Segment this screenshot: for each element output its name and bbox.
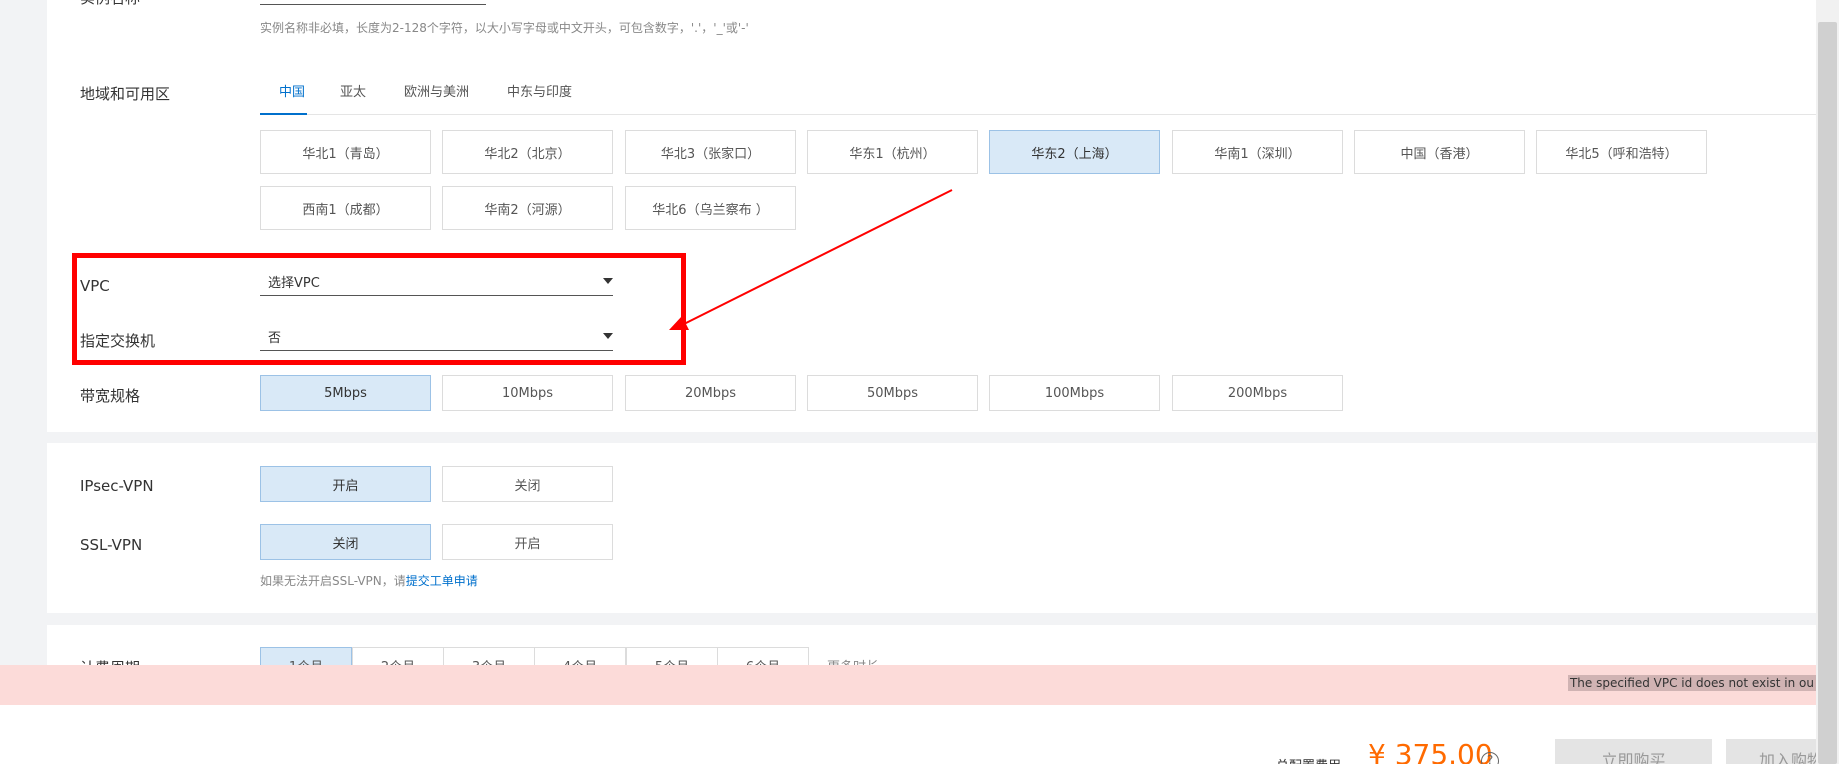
bandwidth-option[interactable]: 20Mbps — [625, 375, 796, 411]
error-banner: The specified VPC id does not exist in o… — [0, 665, 1816, 705]
bandwidth-option[interactable]: 10Mbps — [442, 375, 613, 411]
total-price: ¥ 375.00 — [1368, 738, 1493, 764]
bandwidth-option[interactable]: 50Mbps — [807, 375, 978, 411]
ssl-hint: 如果无法开启SSL-VPN，请提交工单申请 — [260, 573, 478, 589]
bandwidth-option[interactable]: 100Mbps — [989, 375, 1160, 411]
ssl-hint-text: 如果无法开启SSL-VPN，请 — [260, 574, 406, 588]
ipsec-label: IPsec-VPN — [80, 477, 154, 495]
total-fee-label: 总配置费用 — [1276, 755, 1341, 764]
buy-now-button[interactable]: 立即购买 — [1555, 739, 1712, 764]
ssl-label: SSL-VPN — [80, 536, 143, 554]
bandwidth-label: 带宽规格 — [80, 387, 141, 405]
error-message: The specified VPC id does not exist in o… — [1567, 675, 1816, 691]
help-icon[interactable]: ? — [1481, 752, 1499, 764]
bandwidth-option-selected[interactable]: 5Mbps — [260, 375, 431, 411]
bandwidth-option[interactable]: 200Mbps — [1172, 375, 1343, 411]
ipsec-option-off[interactable]: 关闭 — [442, 466, 613, 502]
ipsec-option-on[interactable]: 开启 — [260, 466, 431, 502]
purchase-footer: 总配置费用 ¥ 375.00 ? 立即购买 加入购物 — [0, 705, 1816, 764]
add-to-cart-button[interactable]: 加入购物 — [1726, 739, 1816, 764]
scrollbar-thumb[interactable] — [1818, 22, 1837, 764]
ssl-option-on[interactable]: 开启 — [442, 524, 613, 560]
ssl-option-off[interactable]: 关闭 — [260, 524, 431, 560]
submit-ticket-link[interactable]: 提交工单申请 — [406, 574, 478, 588]
